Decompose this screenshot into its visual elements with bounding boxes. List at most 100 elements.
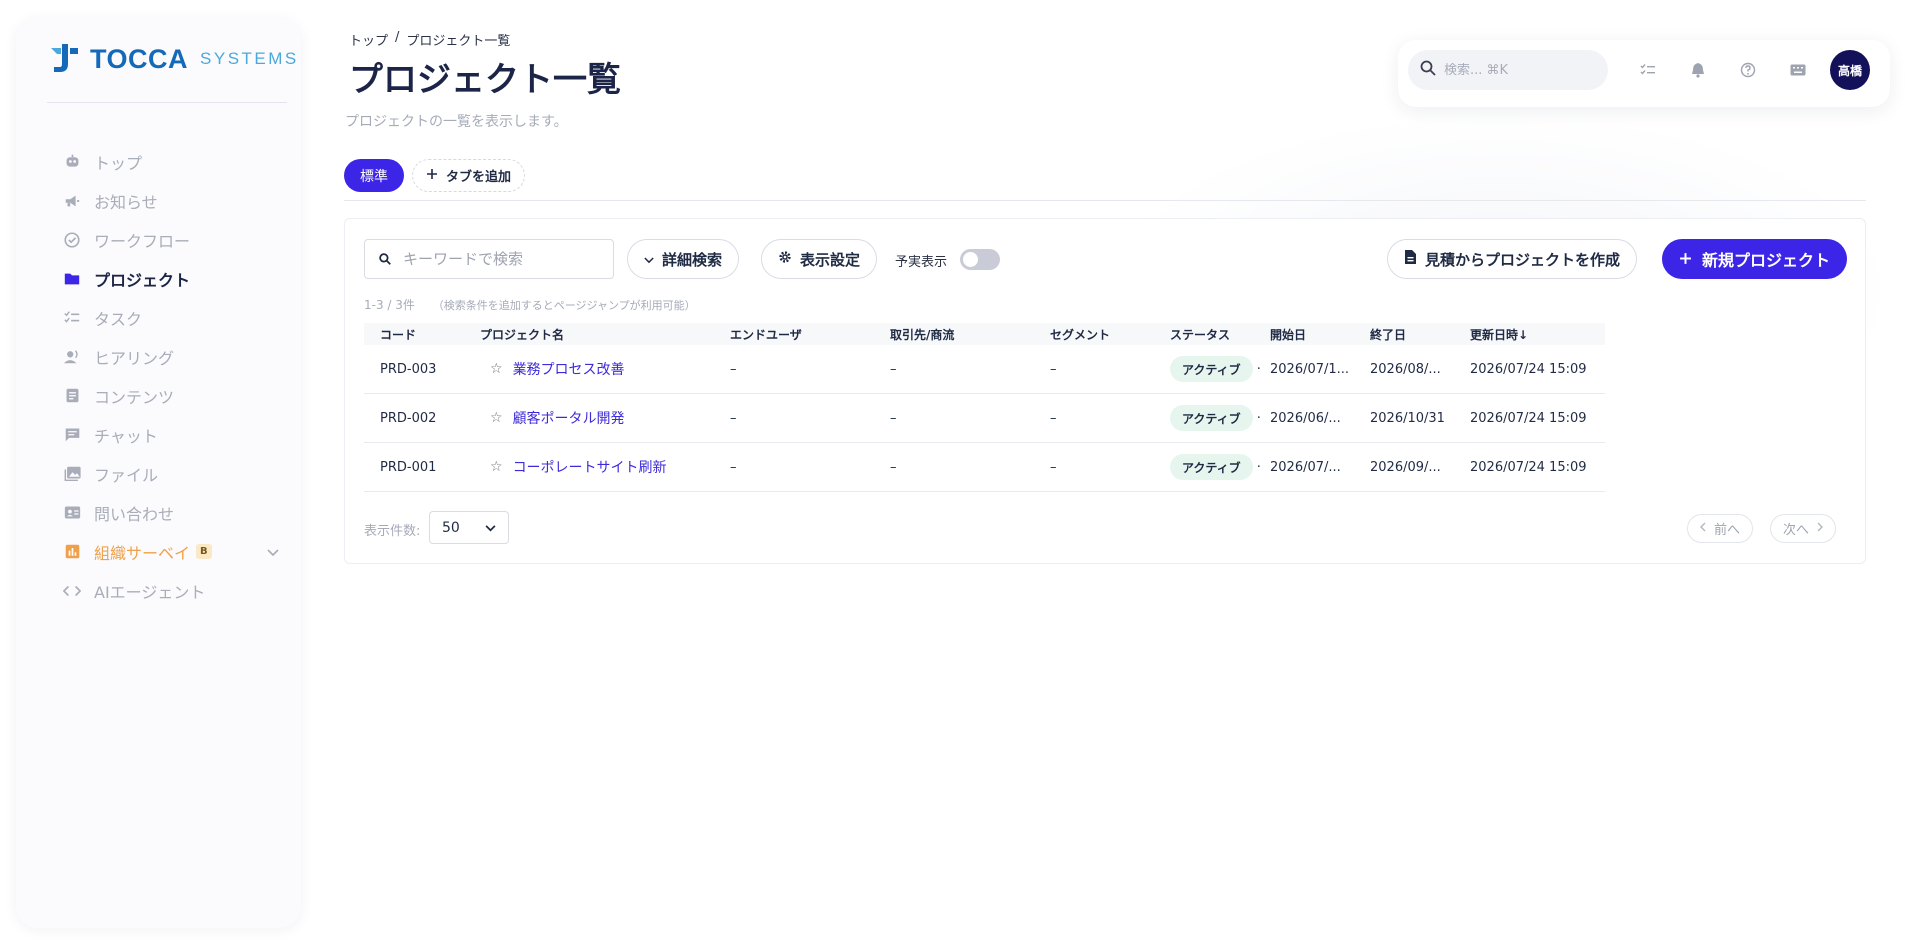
project-table: コード プロジェクト名 エンドユーザ 取引先/商流 セグメント ステータス 開始… <box>364 323 1605 492</box>
cell-end: 2026/08/... <box>1370 361 1441 377</box>
column-header-partner[interactable]: 取引先/商流 <box>890 323 954 345</box>
cell-segment: – <box>1050 361 1057 377</box>
sidebar-item-chat[interactable]: チャット <box>62 415 297 454</box>
cell-end-user: – <box>730 410 737 426</box>
project-name-link[interactable]: 業務プロセス改善 <box>513 359 625 379</box>
table-header: コード プロジェクト名 エンドユーザ 取引先/商流 セグメント ステータス 開始… <box>364 323 1605 345</box>
status-badge: アクティブ <box>1170 454 1253 480</box>
table-row[interactable]: PRD-002 ☆ 顧客ポータル開発 – – – アクティブ · 2026/06/… <box>364 394 1605 443</box>
advanced-search-button[interactable]: 詳細検索 <box>627 239 740 279</box>
cell-partner: – <box>890 410 897 426</box>
new-project-label: 新規プロジェクト <box>1701 251 1830 270</box>
table-row[interactable]: PRD-003 ☆ 業務プロセス改善 – – – アクティブ · 2026/07/… <box>364 345 1605 394</box>
breadcrumb-current: プロジェクト一覧 <box>406 34 511 49</box>
document-icon <box>62 386 82 406</box>
column-header-status[interactable]: ステータス <box>1170 323 1230 345</box>
column-header-segment[interactable]: セグメント <box>1050 323 1110 345</box>
sidebar-item-label: 組織サーベイ <box>94 543 191 563</box>
budget-actual-toggle[interactable] <box>960 249 1000 270</box>
star-icon[interactable]: ☆ <box>490 459 503 475</box>
next-page-button[interactable]: 次へ <box>1770 514 1837 543</box>
next-page-label: 次へ <box>1783 523 1810 538</box>
status-dot: · <box>1256 361 1261 377</box>
column-header-start[interactable]: 開始日 <box>1270 323 1306 345</box>
breadcrumb-separator: / <box>395 30 400 45</box>
tocca-logo-icon <box>51 44 78 72</box>
cell-start: 2026/07/1... <box>1270 361 1350 377</box>
avatar[interactable]: 高橋 <box>1830 50 1870 90</box>
project-name-link[interactable]: 顧客ポータル開発 <box>513 408 625 428</box>
cell-updated: 2026/07/24 15:09 <box>1470 361 1587 377</box>
sidebar-item-label: ファイル <box>94 465 159 485</box>
display-settings-button[interactable]: 表示設定 <box>761 239 878 279</box>
status-dot: · <box>1256 410 1261 426</box>
page-size-select[interactable]: 50 <box>429 511 509 544</box>
sidebar-item-label: トップ <box>94 153 143 173</box>
sidebar-item-news[interactable]: お知らせ <box>62 181 297 220</box>
add-tab-button[interactable]: タブを追加 <box>412 159 526 192</box>
cell-segment: – <box>1050 459 1057 475</box>
cell-start: 2026/06/... <box>1270 410 1341 426</box>
sidebar-divider <box>47 102 287 103</box>
view-tabs: 標準 タブを追加 <box>344 159 526 192</box>
breadcrumb-top-link[interactable]: トップ <box>349 30 388 49</box>
top-bar: 高橋 <box>1398 40 1890 107</box>
tabs-divider <box>344 200 1866 201</box>
sidebar-item-label: タスク <box>94 309 143 329</box>
cell-name: ☆ コーポレートサイト刷新 <box>490 443 667 491</box>
sidebar-item-label: プロジェクト <box>94 270 191 290</box>
result-hint: （検索条件を追加するとページジャンプが利用可能） <box>432 299 696 312</box>
budget-actual-label: 予実表示 <box>895 255 948 270</box>
sidebar-item-label: コンテンツ <box>94 387 175 407</box>
sidebar-item-ai-agent[interactable]: AIエージェント <box>62 571 297 610</box>
global-search[interactable] <box>1408 50 1608 90</box>
new-project-button[interactable]: 新規プロジェクト <box>1662 239 1847 279</box>
cell-status: アクティブ · <box>1170 443 1261 491</box>
star-icon[interactable]: ☆ <box>490 410 503 426</box>
cell-updated: 2026/07/24 15:09 <box>1470 459 1587 475</box>
sidebar-item-inquiry[interactable]: 問い合わせ <box>62 493 297 532</box>
breadcrumb: トップ / プロジェクト一覧 <box>349 30 510 49</box>
star-icon[interactable]: ☆ <box>490 361 503 377</box>
column-header-name[interactable]: プロジェクト名 <box>480 323 564 345</box>
column-header-end[interactable]: 終了日 <box>1370 323 1406 345</box>
bell-icon[interactable] <box>1688 60 1708 80</box>
search-icon <box>1420 60 1436 80</box>
sidebar-item-contents[interactable]: コンテンツ <box>62 376 297 415</box>
cell-end-user: – <box>730 361 737 377</box>
create-from-estimate-button[interactable]: 見積からプロジェクトを作成 <box>1387 239 1638 279</box>
sidebar-item-label: ワークフロー <box>94 231 191 251</box>
display-settings-label: 表示設定 <box>800 250 861 269</box>
checklist-icon[interactable] <box>1638 60 1658 80</box>
page-subtitle: プロジェクトの一覧を表示します。 <box>345 114 568 130</box>
column-header-end-user[interactable]: エンドユーザ <box>730 323 802 345</box>
cell-updated: 2026/07/24 15:09 <box>1470 410 1587 426</box>
sidebar-nav: トップ お知らせ ワークフロー プロジェクト タスク ヒアリング コンテンツ チ… <box>62 142 297 610</box>
sidebar-item-label: お知らせ <box>94 192 158 212</box>
table-row[interactable]: PRD-001 ☆ コーポレートサイト刷新 – – – アクティブ · 2026/… <box>364 443 1605 492</box>
global-search-input[interactable] <box>1444 62 1584 78</box>
keyboard-icon[interactable] <box>1788 60 1808 80</box>
sidebar-item-survey[interactable]: 組織サーベイ B <box>62 532 297 571</box>
cell-partner: – <box>890 459 897 475</box>
sidebar-item-task[interactable]: タスク <box>62 298 297 337</box>
help-icon[interactable] <box>1738 60 1758 80</box>
photo-library-icon <box>62 464 82 484</box>
sidebar-item-hearing[interactable]: ヒアリング <box>62 337 297 376</box>
keyword-search-input[interactable] <box>403 250 603 268</box>
brand-logo[interactable]: TOCCA SYSTEMS <box>48 42 299 76</box>
cell-code: PRD-001 <box>380 459 437 475</box>
column-header-code[interactable]: コード <box>380 323 416 345</box>
column-header-updated[interactable]: 更新日時↓ <box>1470 323 1528 345</box>
sidebar-item-project[interactable]: プロジェクト <box>62 259 297 298</box>
sidebar-item-workflow[interactable]: ワークフロー <box>62 220 297 259</box>
tab-standard[interactable]: 標準 <box>344 159 404 192</box>
keyword-search[interactable] <box>364 239 614 279</box>
chevron-down-icon[interactable] <box>267 542 279 561</box>
cell-status: アクティブ · <box>1170 345 1261 393</box>
prev-page-button[interactable]: 前へ <box>1687 514 1754 543</box>
sidebar-item-file[interactable]: ファイル <box>62 454 297 493</box>
project-name-link[interactable]: コーポレートサイト刷新 <box>513 457 667 477</box>
sidebar-item-top[interactable]: トップ <box>62 142 297 181</box>
cell-segment: – <box>1050 410 1057 426</box>
